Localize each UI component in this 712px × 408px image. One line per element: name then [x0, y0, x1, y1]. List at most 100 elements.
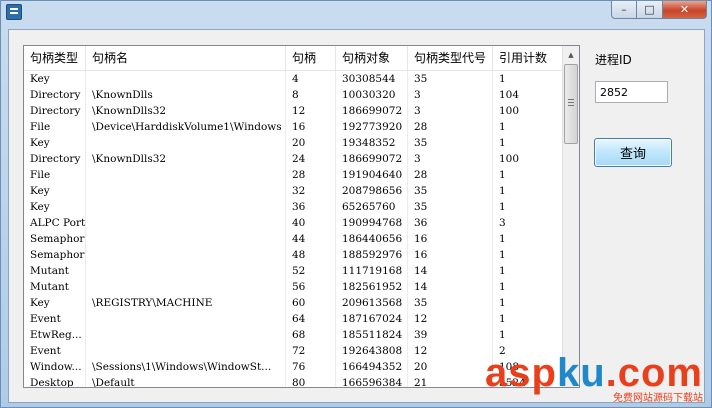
watermark-brand-part3: .com	[605, 351, 703, 395]
cell-ref-count: 1	[499, 201, 506, 213]
table-row[interactable]: Key 36 65265760 35 1	[24, 199, 564, 215]
cell-handle-type: Event	[24, 311, 86, 327]
cell-type-code: 36	[408, 215, 493, 231]
cell-handle: 44	[286, 231, 336, 247]
table-row[interactable]: Semaphore 48 188592976 16 1	[24, 247, 564, 263]
cell-handle: 76	[286, 359, 336, 375]
column-header-type-code[interactable]: 句柄类型代号	[408, 46, 493, 70]
cell-handle-type: Mutant	[24, 263, 86, 279]
cell-type-code: 35	[408, 199, 493, 215]
cell-type-code: 20	[408, 359, 493, 375]
cell-handle-object: 166494352	[336, 359, 408, 375]
table-row[interactable]: File 28 191904640 28 1	[24, 167, 564, 183]
cell-handle-type: Window...	[24, 359, 86, 375]
cell-handle-name: \REGISTRY\MACHINE	[86, 295, 286, 311]
cell-type-code: 3	[408, 151, 493, 167]
table-row[interactable]: Event 64 187167024 12 1	[24, 311, 564, 327]
query-button[interactable]: 查询	[594, 138, 672, 167]
watermark-brand-part2: ku	[556, 351, 606, 395]
cell-handle-object: 190994768	[336, 215, 408, 231]
column-header-handle-object[interactable]: 句柄对象	[336, 46, 408, 70]
cell-handle-name: \Sessions\1\Windows\WindowSt...	[86, 359, 286, 375]
column-header-handle-name[interactable]: 句柄名	[86, 46, 286, 70]
minimize-button[interactable]: –	[611, 1, 637, 19]
cell-ref-count: 1	[499, 297, 506, 309]
cell-ref-count: 3	[499, 217, 506, 229]
cell-handle-name	[86, 343, 286, 359]
vertical-scrollbar[interactable]: ▲ ▼	[562, 46, 579, 387]
cell-ref-count: 1	[499, 329, 506, 341]
cell-type-code: 39	[408, 327, 493, 343]
grip-icon	[568, 99, 574, 100]
table-row[interactable]: EtwReg... 68 185511824 39 1	[24, 327, 564, 343]
cell-handle-name	[86, 231, 286, 247]
maximize-button[interactable]: □	[637, 1, 663, 19]
cell-type-code: 35	[408, 71, 493, 87]
cell-handle-name: \Default	[86, 375, 286, 387]
column-header-ref-count[interactable]: 引用计数	[493, 46, 564, 70]
cell-handle: 60	[286, 295, 336, 311]
cell-handle-type: Key	[24, 199, 86, 215]
table-row[interactable]: Mutant 52 111719168 14 1	[24, 263, 564, 279]
cell-handle-object: 186699072	[336, 151, 408, 167]
scroll-thumb[interactable]	[564, 64, 578, 144]
cell-handle: 48	[286, 247, 336, 263]
pid-label: 进程ID	[595, 53, 632, 67]
table-row[interactable]: Window... \Sessions\1\Windows\WindowSt...…	[24, 359, 564, 375]
table-row[interactable]: ALPC Port 40 190994768 36 3	[24, 215, 564, 231]
table-row[interactable]: Mutant 56 182561952 14 1	[24, 279, 564, 295]
cell-type-code: 28	[408, 167, 493, 183]
cell-handle-type: Directory	[24, 103, 86, 119]
cell-type-code: 16	[408, 247, 493, 263]
table-row[interactable]: Directory \KnownDlls32 24 186699072 3 100	[24, 151, 564, 167]
column-header-handle-type[interactable]: 句柄类型	[24, 46, 86, 70]
cell-type-code: 35	[408, 183, 493, 199]
close-button[interactable]: ✕	[663, 1, 707, 19]
table-row[interactable]: Desktop \Default 80 166596384 21 3524	[24, 375, 564, 387]
cell-handle-object: 192773920	[336, 119, 408, 135]
cell-handle: 68	[286, 327, 336, 343]
cell-ref-count: 1	[499, 265, 506, 277]
table-row[interactable]: Key 4 30308544 35 1	[24, 71, 564, 87]
table-row[interactable]: File \Device\HarddiskVolume1\Windows 16 192…	[24, 119, 564, 135]
table-row[interactable]: Event 72 192643808 12 2	[24, 343, 564, 359]
cell-handle-name	[86, 183, 286, 199]
cell-ref-count: 100	[499, 153, 520, 165]
cell-handle: 56	[286, 279, 336, 295]
pid-input[interactable]	[595, 81, 668, 103]
cell-handle-type: Directory	[24, 151, 86, 167]
cell-type-code: 35	[408, 135, 493, 151]
cell-type-code: 16	[408, 231, 493, 247]
cell-handle: 64	[286, 311, 336, 327]
cell-type-code: 3	[408, 87, 493, 103]
cell-handle-name	[86, 199, 286, 215]
cell-handle-object: 188592976	[336, 247, 408, 263]
table-row[interactable]: Key \REGISTRY\MACHINE 60 209613568 35 1	[24, 295, 564, 311]
cell-handle-object: 166596384	[336, 375, 408, 387]
table-row[interactable]: Semaphore 44 186440656 16 1	[24, 231, 564, 247]
table-row[interactable]: Key 20 19348352 35 1	[24, 135, 564, 151]
watermark-brand-part1: asp	[485, 351, 557, 395]
cell-type-code: 14	[408, 263, 493, 279]
cell-handle-type: Key	[24, 135, 86, 151]
table-row[interactable]: Directory \KnownDlls32 12 186699072 3 100	[24, 103, 564, 119]
table-row[interactable]: Directory \KnownDlls 8 10030320 3 104	[24, 87, 564, 103]
column-header-handle[interactable]: 句柄	[286, 46, 336, 70]
handle-list-view[interactable]: 句柄类型 句柄名 句柄 句柄对象 句柄类型代号 引用计数 Key 4 3030854…	[23, 45, 580, 388]
minimize-icon: –	[621, 3, 627, 16]
cell-handle-name	[86, 215, 286, 231]
cell-handle: 80	[286, 375, 336, 387]
cell-handle-type: Key	[24, 183, 86, 199]
cell-ref-count: 1	[499, 137, 506, 149]
title-bar[interactable]: – □ ✕	[1, 1, 711, 23]
table-row[interactable]: Key 32 208798656 35 1	[24, 183, 564, 199]
app-icon[interactable]	[6, 4, 22, 20]
cell-handle-object: 19348352	[336, 135, 408, 151]
cell-handle-name	[86, 135, 286, 151]
cell-ref-count: 1	[499, 169, 506, 181]
cell-handle: 36	[286, 199, 336, 215]
scroll-up-button[interactable]: ▲	[563, 46, 579, 63]
cell-handle-object: 185511824	[336, 327, 408, 343]
cell-type-code: 28	[408, 119, 493, 135]
cell-handle: 24	[286, 151, 336, 167]
